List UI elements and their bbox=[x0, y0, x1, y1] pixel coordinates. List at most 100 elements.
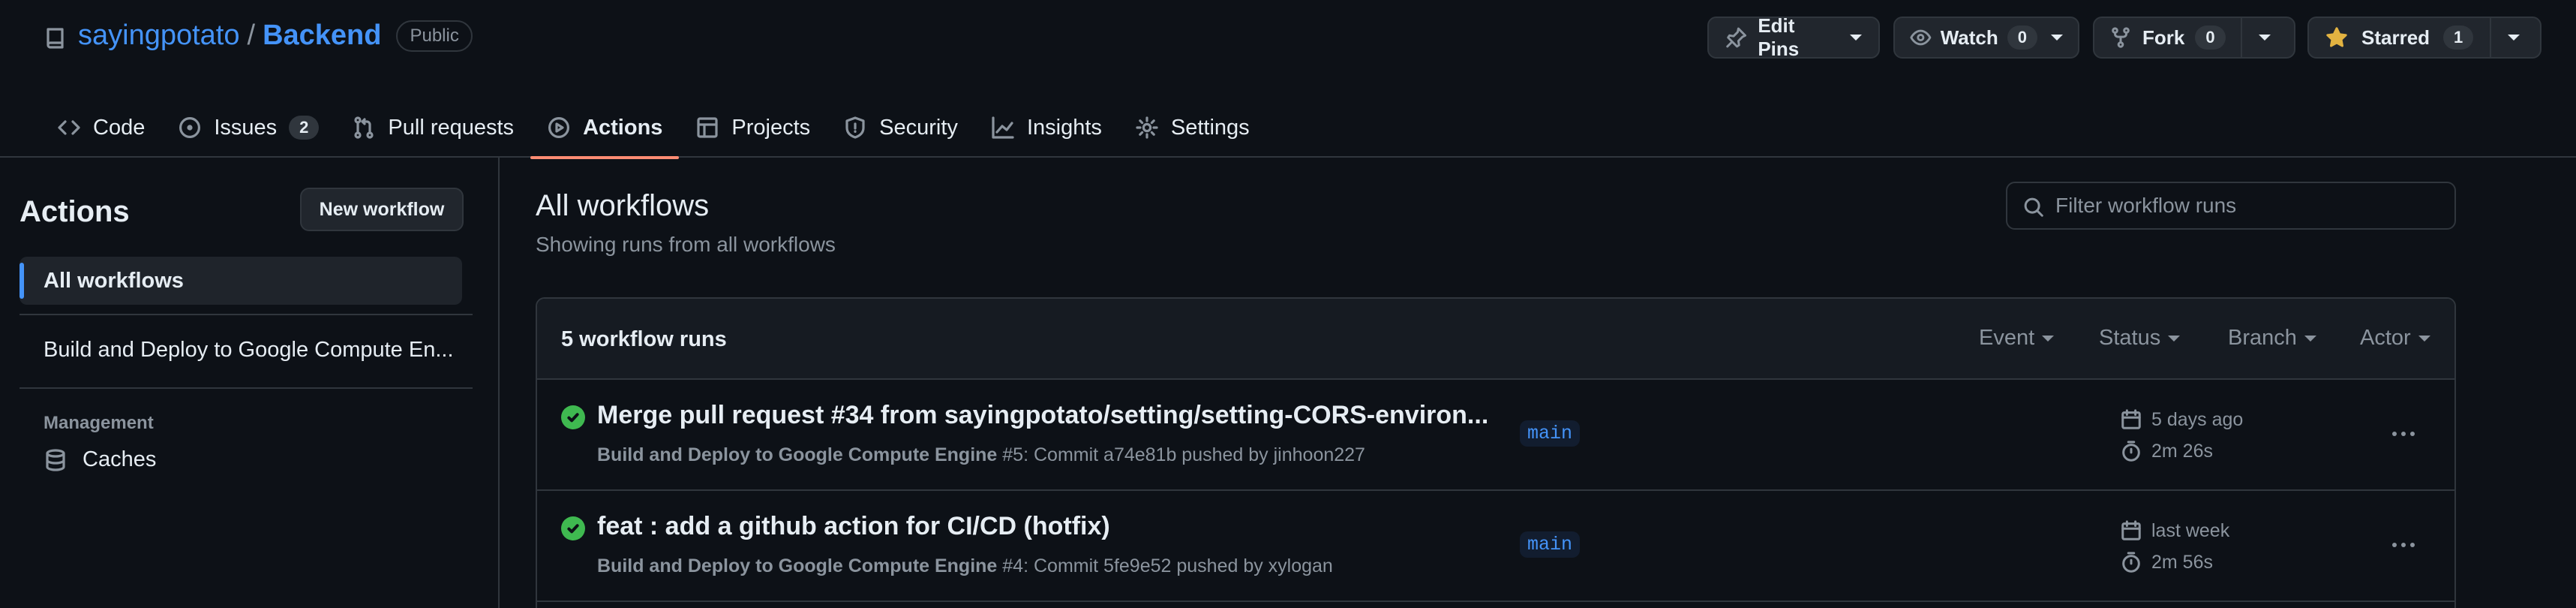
watch-button[interactable]: Watch 0 bbox=[1893, 17, 2079, 59]
chevron-down-icon bbox=[2508, 35, 2520, 41]
tab-issues-label: Issues bbox=[214, 115, 278, 140]
tab-insights-label: Insights bbox=[1026, 115, 1102, 140]
run-date: last week bbox=[2120, 519, 2229, 542]
sidebar-item-build-deploy-workflow[interactable]: Build and Deploy to Google Compute En... bbox=[44, 338, 464, 363]
filter-input[interactable] bbox=[2055, 189, 2445, 222]
search-icon bbox=[2022, 196, 2045, 218]
kebab-menu-icon[interactable] bbox=[2388, 422, 2418, 446]
run-date-text: last week bbox=[2151, 519, 2230, 541]
watch-label: Watch bbox=[1940, 26, 1998, 49]
run-description: : Commit a74e81b pushed by jinhoon227 bbox=[1023, 444, 1365, 465]
caches-label: Caches bbox=[83, 447, 157, 471]
issue-icon bbox=[178, 116, 202, 140]
tab-security-label: Security bbox=[879, 115, 958, 140]
table-icon bbox=[695, 116, 719, 140]
workflow-run-row[interactable]: Merge pull request #34 from sayingpotato… bbox=[537, 380, 2454, 491]
sidebar-divider bbox=[20, 387, 473, 389]
event-filter-label: Event bbox=[1979, 326, 2035, 350]
run-date: 5 days ago bbox=[2120, 408, 2243, 431]
branch-label[interactable]: main bbox=[1520, 531, 1581, 558]
run-workflow-name: Build and Deploy to Google Compute Engin… bbox=[597, 555, 998, 576]
star-button[interactable]: Starred 1 bbox=[2307, 17, 2541, 59]
database-icon bbox=[44, 448, 68, 472]
branch-filter-menu[interactable]: Branch bbox=[2228, 326, 2316, 351]
tab-issues[interactable]: Issues 2 bbox=[161, 98, 335, 158]
fork-icon bbox=[2109, 26, 2132, 49]
fork-button[interactable]: Fork 0 bbox=[2093, 17, 2295, 59]
run-duration-text: 2m 26s bbox=[2151, 440, 2213, 462]
run-title-link[interactable]: Merge pull request #34 from sayingpotato… bbox=[597, 401, 1488, 430]
actions-sidebar: Actions New workflow All workflows Build… bbox=[0, 158, 500, 608]
tab-projects-label: Projects bbox=[731, 115, 811, 140]
sidebar-item-caches[interactable]: Caches bbox=[44, 447, 156, 472]
run-meta: Build and Deploy to Google Compute Engin… bbox=[597, 555, 1333, 577]
runs-list-header: 5 workflow runs Event Status Branch Acto… bbox=[537, 299, 2454, 380]
tab-pull-requests-label: Pull requests bbox=[388, 115, 515, 140]
run-duration-text: 2m 56s bbox=[2151, 551, 2213, 573]
status-filter-menu[interactable]: Status bbox=[2099, 326, 2181, 351]
event-filter-menu[interactable]: Event bbox=[1979, 326, 2055, 351]
page-title: All workflows bbox=[536, 189, 710, 222]
chevron-down-icon bbox=[2042, 335, 2055, 342]
kebab-menu-icon[interactable] bbox=[2388, 533, 2418, 557]
chevron-down-icon bbox=[1850, 35, 1862, 41]
run-duration: 2m 26s bbox=[2120, 440, 2213, 462]
code-icon bbox=[57, 116, 81, 140]
tab-insights[interactable]: Insights bbox=[974, 98, 1118, 158]
repo-header: sayingpotato / Backend Public Edit Pins … bbox=[0, 0, 2576, 159]
watch-count: 0 bbox=[2007, 26, 2037, 50]
run-duration: 2m 56s bbox=[2120, 551, 2213, 573]
repo-name-link[interactable]: Backend bbox=[263, 20, 381, 52]
run-number: #5 bbox=[1002, 444, 1024, 465]
tab-code[interactable]: Code bbox=[41, 98, 161, 158]
sidebar-item-all-workflows[interactable]: All workflows bbox=[20, 257, 462, 305]
star-filled-icon bbox=[2325, 26, 2348, 49]
page-subtitle: Showing runs from all workflows bbox=[536, 233, 836, 256]
sidebar-title: Actions bbox=[20, 195, 130, 228]
visibility-badge: Public bbox=[396, 20, 473, 52]
chevron-down-icon bbox=[2168, 335, 2181, 342]
stopwatch-icon bbox=[2120, 551, 2142, 573]
run-description: : Commit 5fe9e52 pushed by xylogan bbox=[1023, 555, 1333, 576]
play-icon bbox=[547, 116, 571, 140]
edit-pins-button[interactable]: Edit Pins bbox=[1707, 14, 1880, 60]
actor-filter-menu[interactable]: Actor bbox=[2360, 326, 2430, 351]
repo-separator: / bbox=[247, 20, 256, 51]
repo-icon bbox=[44, 26, 68, 50]
calendar-icon bbox=[2120, 519, 2142, 542]
run-workflow-name: Build and Deploy to Google Compute Engin… bbox=[597, 444, 998, 465]
actor-filter-label: Actor bbox=[2360, 326, 2411, 350]
tab-pull-requests[interactable]: Pull requests bbox=[335, 98, 530, 158]
tab-security[interactable]: Security bbox=[827, 98, 974, 158]
run-title-link[interactable]: feat : add a github action for CI/CD (ho… bbox=[597, 512, 1110, 541]
repo-title: sayingpotato / Backend Public bbox=[78, 20, 473, 52]
chevron-down-icon bbox=[2051, 35, 2063, 41]
fork-label: Fork bbox=[2142, 26, 2185, 49]
tab-actions[interactable]: Actions bbox=[530, 98, 680, 159]
run-meta: Build and Deploy to Google Compute Engin… bbox=[597, 444, 1365, 466]
tab-settings-label: Settings bbox=[1170, 115, 1250, 140]
runs-count: 5 workflow runs bbox=[561, 327, 727, 351]
repo-tab-nav: Code Issues 2 Pull requests Actions Proj… bbox=[41, 98, 1266, 159]
new-workflow-button[interactable]: New workflow bbox=[300, 188, 464, 231]
eye-icon bbox=[1910, 26, 1932, 49]
check-circle-icon bbox=[561, 405, 585, 429]
fork-dropdown[interactable] bbox=[2240, 18, 2287, 57]
run-number: #4 bbox=[1002, 555, 1024, 576]
shield-icon bbox=[843, 116, 867, 140]
star-dropdown[interactable] bbox=[2490, 18, 2536, 57]
repo-owner-link[interactable]: sayingpotato bbox=[78, 20, 240, 52]
workflow-runs-list: 5 workflow runs Event Status Branch Acto… bbox=[536, 297, 2456, 608]
edit-pins-label: Edit Pins bbox=[1758, 14, 1800, 60]
workflow-run-row[interactable]: feat : add a github action for CI/CD (ho… bbox=[537, 491, 2454, 602]
tab-settings[interactable]: Settings bbox=[1118, 98, 1266, 158]
chevron-down-icon bbox=[2304, 335, 2316, 342]
filter-workflow-runs bbox=[2006, 182, 2456, 230]
tab-projects[interactable]: Projects bbox=[679, 98, 827, 158]
branch-filter-label: Branch bbox=[2228, 326, 2297, 350]
pull-request-icon bbox=[352, 116, 376, 140]
issues-count: 2 bbox=[289, 116, 320, 140]
calendar-icon bbox=[2120, 408, 2142, 431]
branch-label[interactable]: main bbox=[1520, 420, 1581, 447]
management-heading: Management bbox=[44, 413, 154, 433]
